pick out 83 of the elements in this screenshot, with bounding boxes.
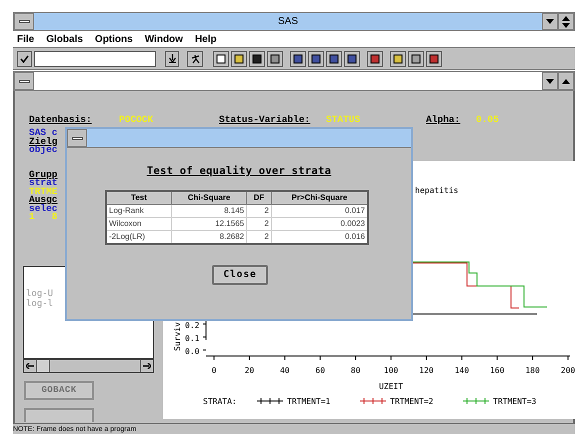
y-axis-label: Surviv bbox=[173, 322, 182, 351]
down-triangle-icon bbox=[546, 78, 554, 84]
close-button[interactable]: Close bbox=[212, 265, 268, 286]
legend-label: TRTMENT=3 bbox=[493, 397, 536, 406]
chart-title: hepatitis bbox=[415, 186, 458, 195]
scroll-thumb[interactable] bbox=[37, 360, 50, 372]
x-tick-label: 160 bbox=[490, 366, 504, 375]
y-axis bbox=[202, 320, 206, 350]
check-button[interactable] bbox=[17, 50, 32, 66]
window-title: SAS bbox=[276, 15, 299, 29]
y-tick-label: 0.2 bbox=[185, 321, 200, 330]
toolbar-button[interactable] bbox=[344, 50, 360, 66]
y-tick-label: 0.1 bbox=[185, 334, 200, 343]
legend-label: TRTMENT=1 bbox=[287, 397, 330, 406]
x-tick-label: 100 bbox=[384, 366, 398, 375]
toolbar-button[interactable] bbox=[249, 50, 265, 66]
x-tick-label: 20 bbox=[244, 366, 254, 375]
legend-line-marker bbox=[360, 398, 386, 404]
toolbar-button[interactable] bbox=[267, 50, 283, 66]
menu-item[interactable]: File bbox=[17, 32, 34, 46]
x-tick-label: 60 bbox=[315, 366, 326, 375]
form-text: SAS c bbox=[29, 129, 58, 138]
x-tick-label: 140 bbox=[454, 366, 470, 375]
alpha-label: Alpha: bbox=[426, 113, 462, 127]
status-variable-label: Status-Variable: bbox=[219, 113, 312, 127]
x-tick-label: 120 bbox=[419, 366, 434, 375]
toolbar-button[interactable] bbox=[426, 50, 442, 66]
system-menu-button[interactable] bbox=[14, 13, 34, 30]
x-tick-label: 0 bbox=[212, 366, 216, 375]
up-down-triangles-icon bbox=[562, 16, 570, 28]
status-variable-value: STATUS bbox=[326, 113, 362, 127]
y-tick-label: 0.0 bbox=[185, 347, 200, 356]
form-text: TRTME bbox=[29, 188, 58, 196]
form-text: strat bbox=[29, 179, 58, 188]
toolbar-button[interactable] bbox=[290, 50, 306, 66]
x-axis-label: UZEIT bbox=[378, 382, 404, 391]
horizontal-scrollbar[interactable] bbox=[23, 359, 154, 373]
form-text: objec bbox=[29, 146, 58, 154]
form-text: 1 8 bbox=[29, 213, 58, 222]
subwindow-minimize-button[interactable] bbox=[542, 72, 558, 90]
x-tick-label: 180 bbox=[525, 366, 540, 375]
legend-line-marker bbox=[462, 398, 490, 404]
form-text: Grupp bbox=[29, 170, 58, 179]
command-field[interactable] bbox=[34, 50, 156, 66]
alpha-value: 0.05 bbox=[476, 113, 499, 127]
x-tick-label: 80 bbox=[350, 366, 360, 375]
toolbar-button[interactable] bbox=[390, 50, 406, 66]
menu-item[interactable]: Globals bbox=[46, 32, 83, 46]
subwindow-menu-button[interactable] bbox=[14, 72, 34, 90]
datenbasis-value: POCOCK bbox=[119, 113, 154, 127]
legend-label: TRTMENT=2 bbox=[390, 397, 434, 406]
legend-line-marker bbox=[256, 398, 284, 404]
toolbar-button[interactable] bbox=[367, 50, 383, 66]
form-text: Zielg bbox=[29, 138, 58, 146]
dialog-heading: Test of equality over strata bbox=[146, 164, 332, 179]
table-cell: -2Log(LR) bbox=[106, 230, 172, 244]
menu-item[interactable]: Window bbox=[144, 32, 183, 46]
datenbasis-label: Datenbasis: bbox=[29, 113, 93, 127]
menu-item[interactable]: Help bbox=[194, 32, 217, 46]
x-tick-label: 200 bbox=[560, 366, 576, 375]
toolbar-button[interactable] bbox=[326, 50, 342, 66]
form-text: selec bbox=[29, 204, 58, 213]
restore-button[interactable] bbox=[558, 13, 574, 30]
legend-title: STRATA: bbox=[203, 397, 237, 406]
toolbar-button[interactable] bbox=[308, 50, 324, 66]
down-arrow-icon bbox=[168, 54, 176, 63]
recall-button[interactable] bbox=[165, 50, 179, 66]
x-tick-label: 40 bbox=[280, 366, 290, 375]
subwindow-maximize-button[interactable] bbox=[558, 72, 574, 90]
right-arrow-button[interactable] bbox=[140, 360, 153, 372]
submit-button[interactable] bbox=[187, 50, 203, 66]
toolbar-button[interactable] bbox=[213, 50, 229, 66]
form-text: Ausgc bbox=[29, 196, 58, 204]
left-arrow-button[interactable] bbox=[24, 360, 37, 372]
minimize-button[interactable] bbox=[542, 13, 558, 30]
check-icon bbox=[20, 54, 29, 62]
dialog-menu-button[interactable] bbox=[67, 129, 87, 147]
running-figure-icon bbox=[190, 54, 200, 64]
menu-item[interactable]: Options bbox=[94, 32, 133, 46]
toolbar-button[interactable] bbox=[231, 50, 247, 66]
toolbar-button[interactable] bbox=[408, 50, 424, 66]
down-triangle-icon bbox=[546, 19, 554, 24]
up-triangle-icon bbox=[562, 78, 570, 84]
